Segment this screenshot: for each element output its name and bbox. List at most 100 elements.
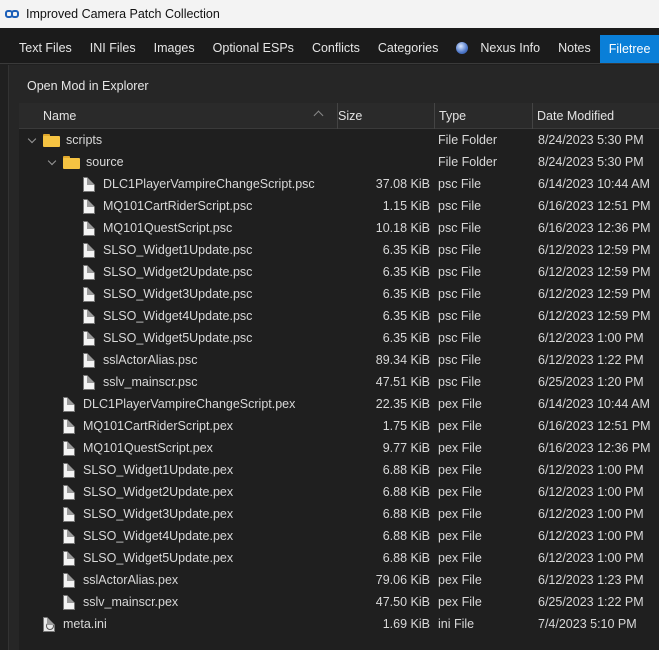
- tree-row[interactable]: SLSO_Widget3Update.pex 6.88 KiB pex File 6/…: [19, 503, 659, 525]
- tree-row[interactable]: MQ101QuestScript.psc 10.18 KiB psc File 6/1…: [19, 217, 659, 239]
- tab-conflicts[interactable]: Conflicts: [303, 35, 369, 61]
- tree-row[interactable]: sslActorAlias.psc 89.34 KiB psc File 6/12/2…: [19, 349, 659, 371]
- tree-row[interactable]: SLSO_Widget1Update.pex 6.88 KiB pex File 6/…: [19, 459, 659, 481]
- file-name: SLSO_Widget3Update.pex: [83, 507, 234, 521]
- folder-icon: [43, 133, 60, 147]
- tree-row[interactable]: meta.ini 1.69 KiB ini File 7/4/2023 5:10 PM: [19, 613, 659, 635]
- file-type: File Folder: [438, 155, 498, 169]
- file-date-modified: 6/12/2023 1:00 PM: [538, 331, 644, 345]
- tree-row[interactable]: SLSO_Widget4Update.pex 6.88 KiB pex File 6/…: [19, 525, 659, 547]
- tree-row[interactable]: source File Folder 8/24/2023 5:30 PM: [19, 151, 659, 173]
- tab-bar: Text Files INI Files Images Optional ESP…: [0, 28, 659, 64]
- file-icon: [63, 484, 75, 500]
- expand-chevron-icon[interactable]: [25, 129, 39, 151]
- tab-optional-esps[interactable]: Optional ESPs: [204, 35, 303, 61]
- file-date-modified: 6/12/2023 1:00 PM: [538, 463, 644, 477]
- settings-file-icon: [43, 616, 55, 632]
- tree-row-name-cell: sslActorAlias.psc: [65, 349, 197, 371]
- file-type: psc File: [438, 221, 482, 235]
- file-name: DLC1PlayerVampireChangeScript.pex: [83, 397, 296, 411]
- file-name: sslv_mainscr.psc: [103, 375, 198, 389]
- tab-ini-files[interactable]: INI Files: [81, 35, 145, 61]
- tree-row[interactable]: SLSO_Widget5Update.psc 6.35 KiB psc File 6/…: [19, 327, 659, 349]
- tree-row[interactable]: MQ101QuestScript.pex 9.77 KiB pex File 6/16…: [19, 437, 659, 459]
- tab-label: Optional ESPs: [212, 41, 294, 55]
- file-name: MQ101CartRiderScript.pex: [83, 419, 234, 433]
- tree-row[interactable]: SLSO_Widget1Update.psc 6.35 KiB psc File 6/…: [19, 239, 659, 261]
- tab-text-files[interactable]: Text Files: [10, 35, 81, 61]
- tree-row[interactable]: sslActorAlias.pex 79.06 KiB pex File 6/12/2…: [19, 569, 659, 591]
- file-size: 37.08 KiB: [375, 177, 430, 191]
- file-date-modified: 6/25/2023 1:22 PM: [538, 595, 644, 609]
- title-bar: Improved Camera Patch Collection: [0, 0, 659, 28]
- tab-label: Text Files: [19, 41, 72, 55]
- file-icon: [83, 330, 95, 346]
- file-name: SLSO_Widget4Update.psc: [103, 309, 253, 323]
- file-type: pex File: [438, 595, 482, 609]
- expand-chevron-icon[interactable]: [45, 151, 59, 173]
- file-size: 47.51 KiB: [375, 375, 430, 389]
- tree-row-name-cell: sslv_mainscr.psc: [65, 371, 197, 393]
- file-date-modified: 6/16/2023 12:36 PM: [538, 441, 651, 455]
- tab-label: INI Files: [89, 41, 136, 55]
- tree-row-name-cell: SLSO_Widget4Update.psc: [65, 305, 252, 327]
- file-size: 6.88 KiB: [382, 485, 430, 499]
- file-date-modified: 7/4/2023 5:10 PM: [538, 617, 637, 631]
- tree-row-name-cell: SLSO_Widget1Update.psc: [65, 239, 252, 261]
- tab-notes[interactable]: Notes: [549, 35, 600, 61]
- file-icon: [83, 176, 95, 192]
- tree-row[interactable]: MQ101CartRiderScript.pex 1.75 KiB pex File…: [19, 415, 659, 437]
- file-size: 6.88 KiB: [382, 529, 430, 543]
- file-type: psc File: [438, 265, 482, 279]
- column-header-date-modified[interactable]: Date Modified: [532, 103, 659, 129]
- file-name: SLSO_Widget1Update.pex: [83, 463, 234, 477]
- tree-row[interactable]: scripts File Folder 8/24/2023 5:30 PM: [19, 129, 659, 151]
- tab-images[interactable]: Images: [145, 35, 204, 61]
- file-type: pex File: [438, 529, 482, 543]
- tree-row-name-cell: SLSO_Widget3Update.psc: [65, 283, 252, 305]
- file-date-modified: 6/12/2023 12:59 PM: [538, 265, 651, 279]
- column-header-name[interactable]: Name: [19, 103, 337, 129]
- file-tree[interactable]: Name Size Type Date Modified scripts File…: [19, 103, 659, 650]
- file-icon: [83, 352, 95, 368]
- file-date-modified: 6/12/2023 1:00 PM: [538, 529, 644, 543]
- file-date-modified: 6/12/2023 1:00 PM: [538, 507, 644, 521]
- file-type: psc File: [438, 243, 482, 257]
- file-size: 6.88 KiB: [382, 507, 430, 521]
- file-type: pex File: [438, 573, 482, 587]
- tab-label: Nexus Info: [480, 41, 541, 55]
- tree-row[interactable]: SLSO_Widget5Update.pex 6.88 KiB pex File 6/…: [19, 547, 659, 569]
- tree-row[interactable]: DLC1PlayerVampireChangeScript.psc 37.08 K…: [19, 173, 659, 195]
- tree-row-name-cell: SLSO_Widget5Update.psc: [65, 327, 252, 349]
- file-icon: [63, 550, 75, 566]
- column-header-size[interactable]: Size: [337, 103, 434, 129]
- tab-categories[interactable]: Categories: [369, 35, 447, 61]
- tree-row-name-cell: MQ101QuestScript.pex: [45, 437, 213, 459]
- tab-label: Conflicts: [311, 41, 360, 55]
- file-size: 6.88 KiB: [382, 551, 430, 565]
- file-type: pex File: [438, 397, 482, 411]
- window-title: Improved Camera Patch Collection: [26, 7, 220, 21]
- tree-row[interactable]: SLSO_Widget2Update.psc 6.35 KiB psc File 6/…: [19, 261, 659, 283]
- file-size: 1.75 KiB: [382, 419, 430, 433]
- tree-row[interactable]: sslv_mainscr.psc 47.51 KiB psc File 6/25/20…: [19, 371, 659, 393]
- file-size: 6.88 KiB: [382, 463, 430, 477]
- tree-row-name-cell: sslv_mainscr.pex: [45, 591, 178, 613]
- tree-row[interactable]: sslv_mainscr.pex 47.50 KiB pex File 6/25/20…: [19, 591, 659, 613]
- tab-nexus-info[interactable]: Nexus Info: [447, 35, 549, 61]
- file-date-modified: 6/12/2023 1:00 PM: [538, 485, 644, 499]
- file-type: psc File: [438, 199, 482, 213]
- tree-row[interactable]: SLSO_Widget4Update.psc 6.35 KiB psc File 6/…: [19, 305, 659, 327]
- tree-row-name-cell: meta.ini: [25, 613, 107, 635]
- tree-row[interactable]: DLC1PlayerVampireChangeScript.pex 22.35 K…: [19, 393, 659, 415]
- column-header-type[interactable]: Type: [434, 103, 532, 129]
- file-date-modified: 8/24/2023 5:30 PM: [538, 155, 644, 169]
- open-mod-in-explorer-button[interactable]: Open Mod in Explorer: [19, 75, 157, 97]
- tree-row[interactable]: SLSO_Widget2Update.pex 6.88 KiB pex File 6/…: [19, 481, 659, 503]
- tab-filetree[interactable]: Filetree: [599, 35, 659, 63]
- file-icon: [63, 440, 75, 456]
- file-name: sslv_mainscr.pex: [83, 595, 179, 609]
- tree-row[interactable]: MQ101CartRiderScript.psc 1.15 KiB psc File…: [19, 195, 659, 217]
- tree-row[interactable]: SLSO_Widget3Update.psc 6.35 KiB psc File 6/…: [19, 283, 659, 305]
- tree-row-name-cell: SLSO_Widget2Update.pex: [45, 481, 233, 503]
